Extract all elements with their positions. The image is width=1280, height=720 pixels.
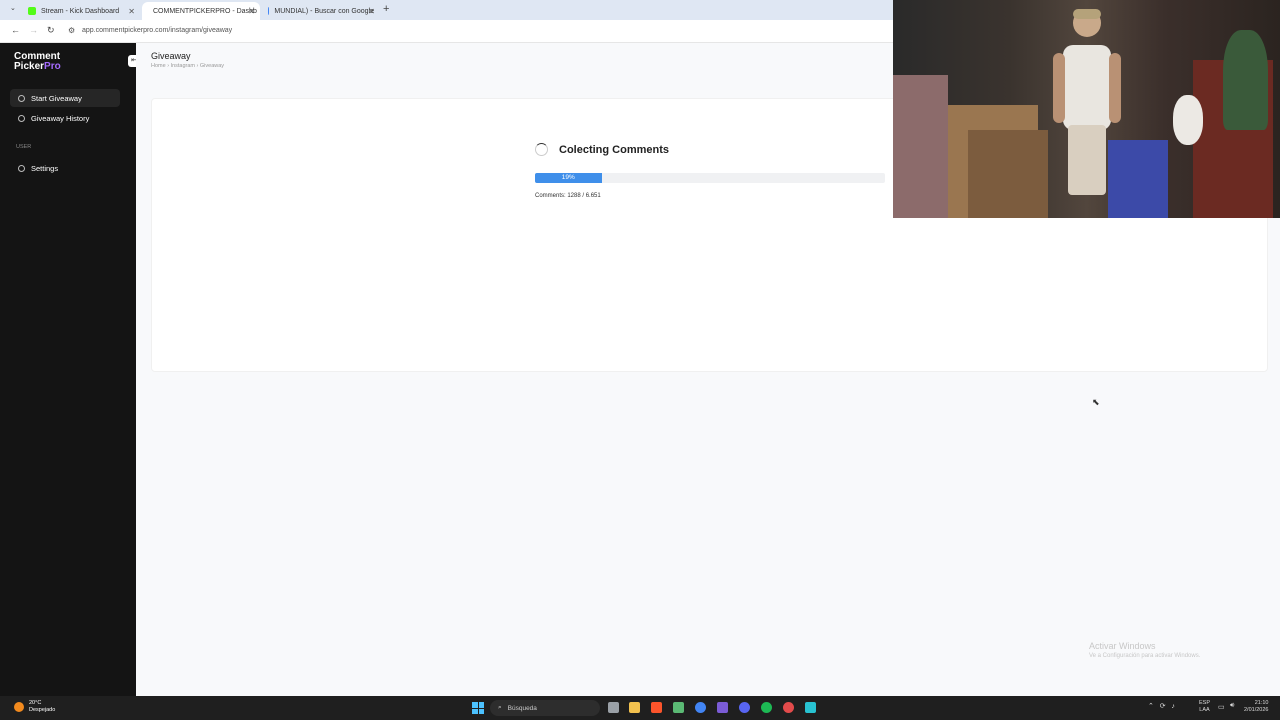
logo-text-picker: Picker: [14, 61, 45, 72]
collecting-progress-bar: 19%: [535, 173, 885, 183]
weather-desc: Despejado: [29, 707, 56, 713]
webcam-bg-shape: [968, 130, 1048, 218]
commentpicker-logo[interactable]: Comment PickerPro: [14, 52, 61, 72]
tab-label: COMMENTPICKERPRO - Dashb: [153, 7, 257, 15]
spotify-icon[interactable]: [761, 702, 772, 713]
weather-sun-icon: [14, 702, 24, 712]
obs-icon[interactable]: [783, 702, 794, 713]
back-arrow-icon[interactable]: ←: [11, 25, 20, 35]
windows-start-icon[interactable]: [472, 702, 484, 714]
webcam-bg-shape: [893, 75, 948, 218]
chrome-icon[interactable]: [695, 702, 706, 713]
lang-line2: LAA: [1199, 707, 1210, 713]
tab-label: Stream - Kick Dashboard: [41, 7, 120, 15]
webcam-bg-shape: [1223, 30, 1268, 130]
close-icon[interactable]: ✕: [368, 7, 375, 16]
loading-spinner-icon: [535, 143, 548, 156]
reload-icon[interactable]: ↻: [47, 25, 55, 36]
language-indicator[interactable]: ESP LAA: [1199, 700, 1210, 714]
close-icon[interactable]: ✕: [128, 7, 135, 16]
app-sidebar: Comment PickerPro ⇤ Start Giveaway Givea…: [0, 43, 140, 696]
comments-count: Comments: 1288 / 6.651: [535, 193, 601, 199]
tab-kick-dashboard[interactable]: Stream - Kick Dashboard ✕: [22, 2, 140, 20]
google-favicon-icon: [268, 7, 270, 15]
watermark-title: Activar Windows: [1089, 641, 1156, 651]
file-explorer-icon[interactable]: [629, 702, 640, 713]
kick-favicon-icon: [28, 7, 36, 15]
webcam-overlay: [893, 0, 1280, 218]
close-icon[interactable]: ✕: [248, 7, 255, 16]
giveaway-icon: [18, 94, 25, 102]
site-info-icon[interactable]: ⚙: [68, 26, 75, 35]
volume-icon[interactable]: 🔊︎: [1230, 702, 1234, 710]
notepad-icon[interactable]: [805, 702, 816, 713]
sidebar-item-label: Giveaway History: [31, 113, 90, 123]
tab-google-search[interactable]: MUNDIAL) - Buscar con Google ✕: [262, 2, 380, 20]
app-icon[interactable]: [673, 702, 684, 713]
progress-fill: 19%: [535, 173, 602, 183]
forward-arrow-icon[interactable]: →: [29, 25, 38, 35]
tab-label: MUNDIAL) - Buscar con Google: [274, 7, 374, 15]
collecting-status-title: Colecting Comments: [559, 144, 670, 156]
gear-icon: [18, 164, 25, 172]
network-icon[interactable]: ▭: [1218, 703, 1225, 711]
logo-text-pickerpro: PickerPro: [14, 62, 61, 72]
new-tab-plus-icon[interactable]: +: [383, 3, 389, 15]
clock-time: 21:10: [1254, 700, 1269, 706]
lang-line1: ESP: [1199, 700, 1211, 706]
search-icon: ⌕: [498, 704, 502, 711]
teams-icon[interactable]: [717, 702, 728, 713]
sidebar-item-label: Settings: [31, 163, 59, 173]
sidebar-item-giveaway-history[interactable]: Giveaway History: [10, 109, 120, 127]
system-tray[interactable]: ⌃ ⟳ ♪: [1148, 702, 1175, 710]
webcam-bg-shape: [1173, 95, 1203, 145]
windows-activation-watermark: Activar Windows Ve a Configuración para …: [1089, 641, 1200, 659]
watermark-subtitle: Ve a Configuración para activar Windows.: [1089, 653, 1201, 659]
discord-icon[interactable]: [739, 702, 750, 713]
taskbar-search-input[interactable]: ⌕ Búsqueda: [490, 700, 600, 716]
taskbar-clock[interactable]: 21:10 2/01/2026: [1244, 700, 1268, 714]
sidebar-item-start-giveaway[interactable]: Start Giveaway: [10, 89, 120, 107]
sidebar-item-label: Start Giveaway: [31, 93, 82, 103]
sidebar-section-user: USER: [16, 144, 32, 150]
page-title: Giveaway: [151, 51, 191, 61]
url-field[interactable]: app.commentpickerpro.com/instagram/givea…: [82, 27, 232, 34]
weather-temp: 20°C: [29, 700, 42, 706]
windows-taskbar: 20°C Despejado ⌕ Búsqueda ⌃ ⟳ ♪ ESP LAA …: [0, 696, 1280, 720]
logo-text-pro: Pro: [44, 61, 61, 72]
search-placeholder: Búsqueda: [507, 704, 537, 712]
clock-date: 2/01/2026: [1244, 707, 1269, 713]
mouse-cursor-icon: ⬉: [1092, 397, 1100, 407]
weather-widget[interactable]: 20°C Despejado: [14, 700, 55, 714]
breadcrumb: Home › Instagram › Giveaway: [151, 63, 225, 69]
weather-text: 20°C Despejado: [29, 700, 55, 714]
brave-icon[interactable]: [651, 702, 662, 713]
history-icon: [18, 114, 25, 122]
sidebar-item-settings[interactable]: Settings: [10, 159, 120, 177]
tab-commentpickerpro[interactable]: COMMENTPICKERPRO - Dashb ✕: [142, 2, 260, 20]
task-view-icon[interactable]: [608, 702, 619, 713]
tab-search-icon[interactable]: ⌄: [10, 4, 16, 12]
webcam-person: [1053, 9, 1121, 195]
